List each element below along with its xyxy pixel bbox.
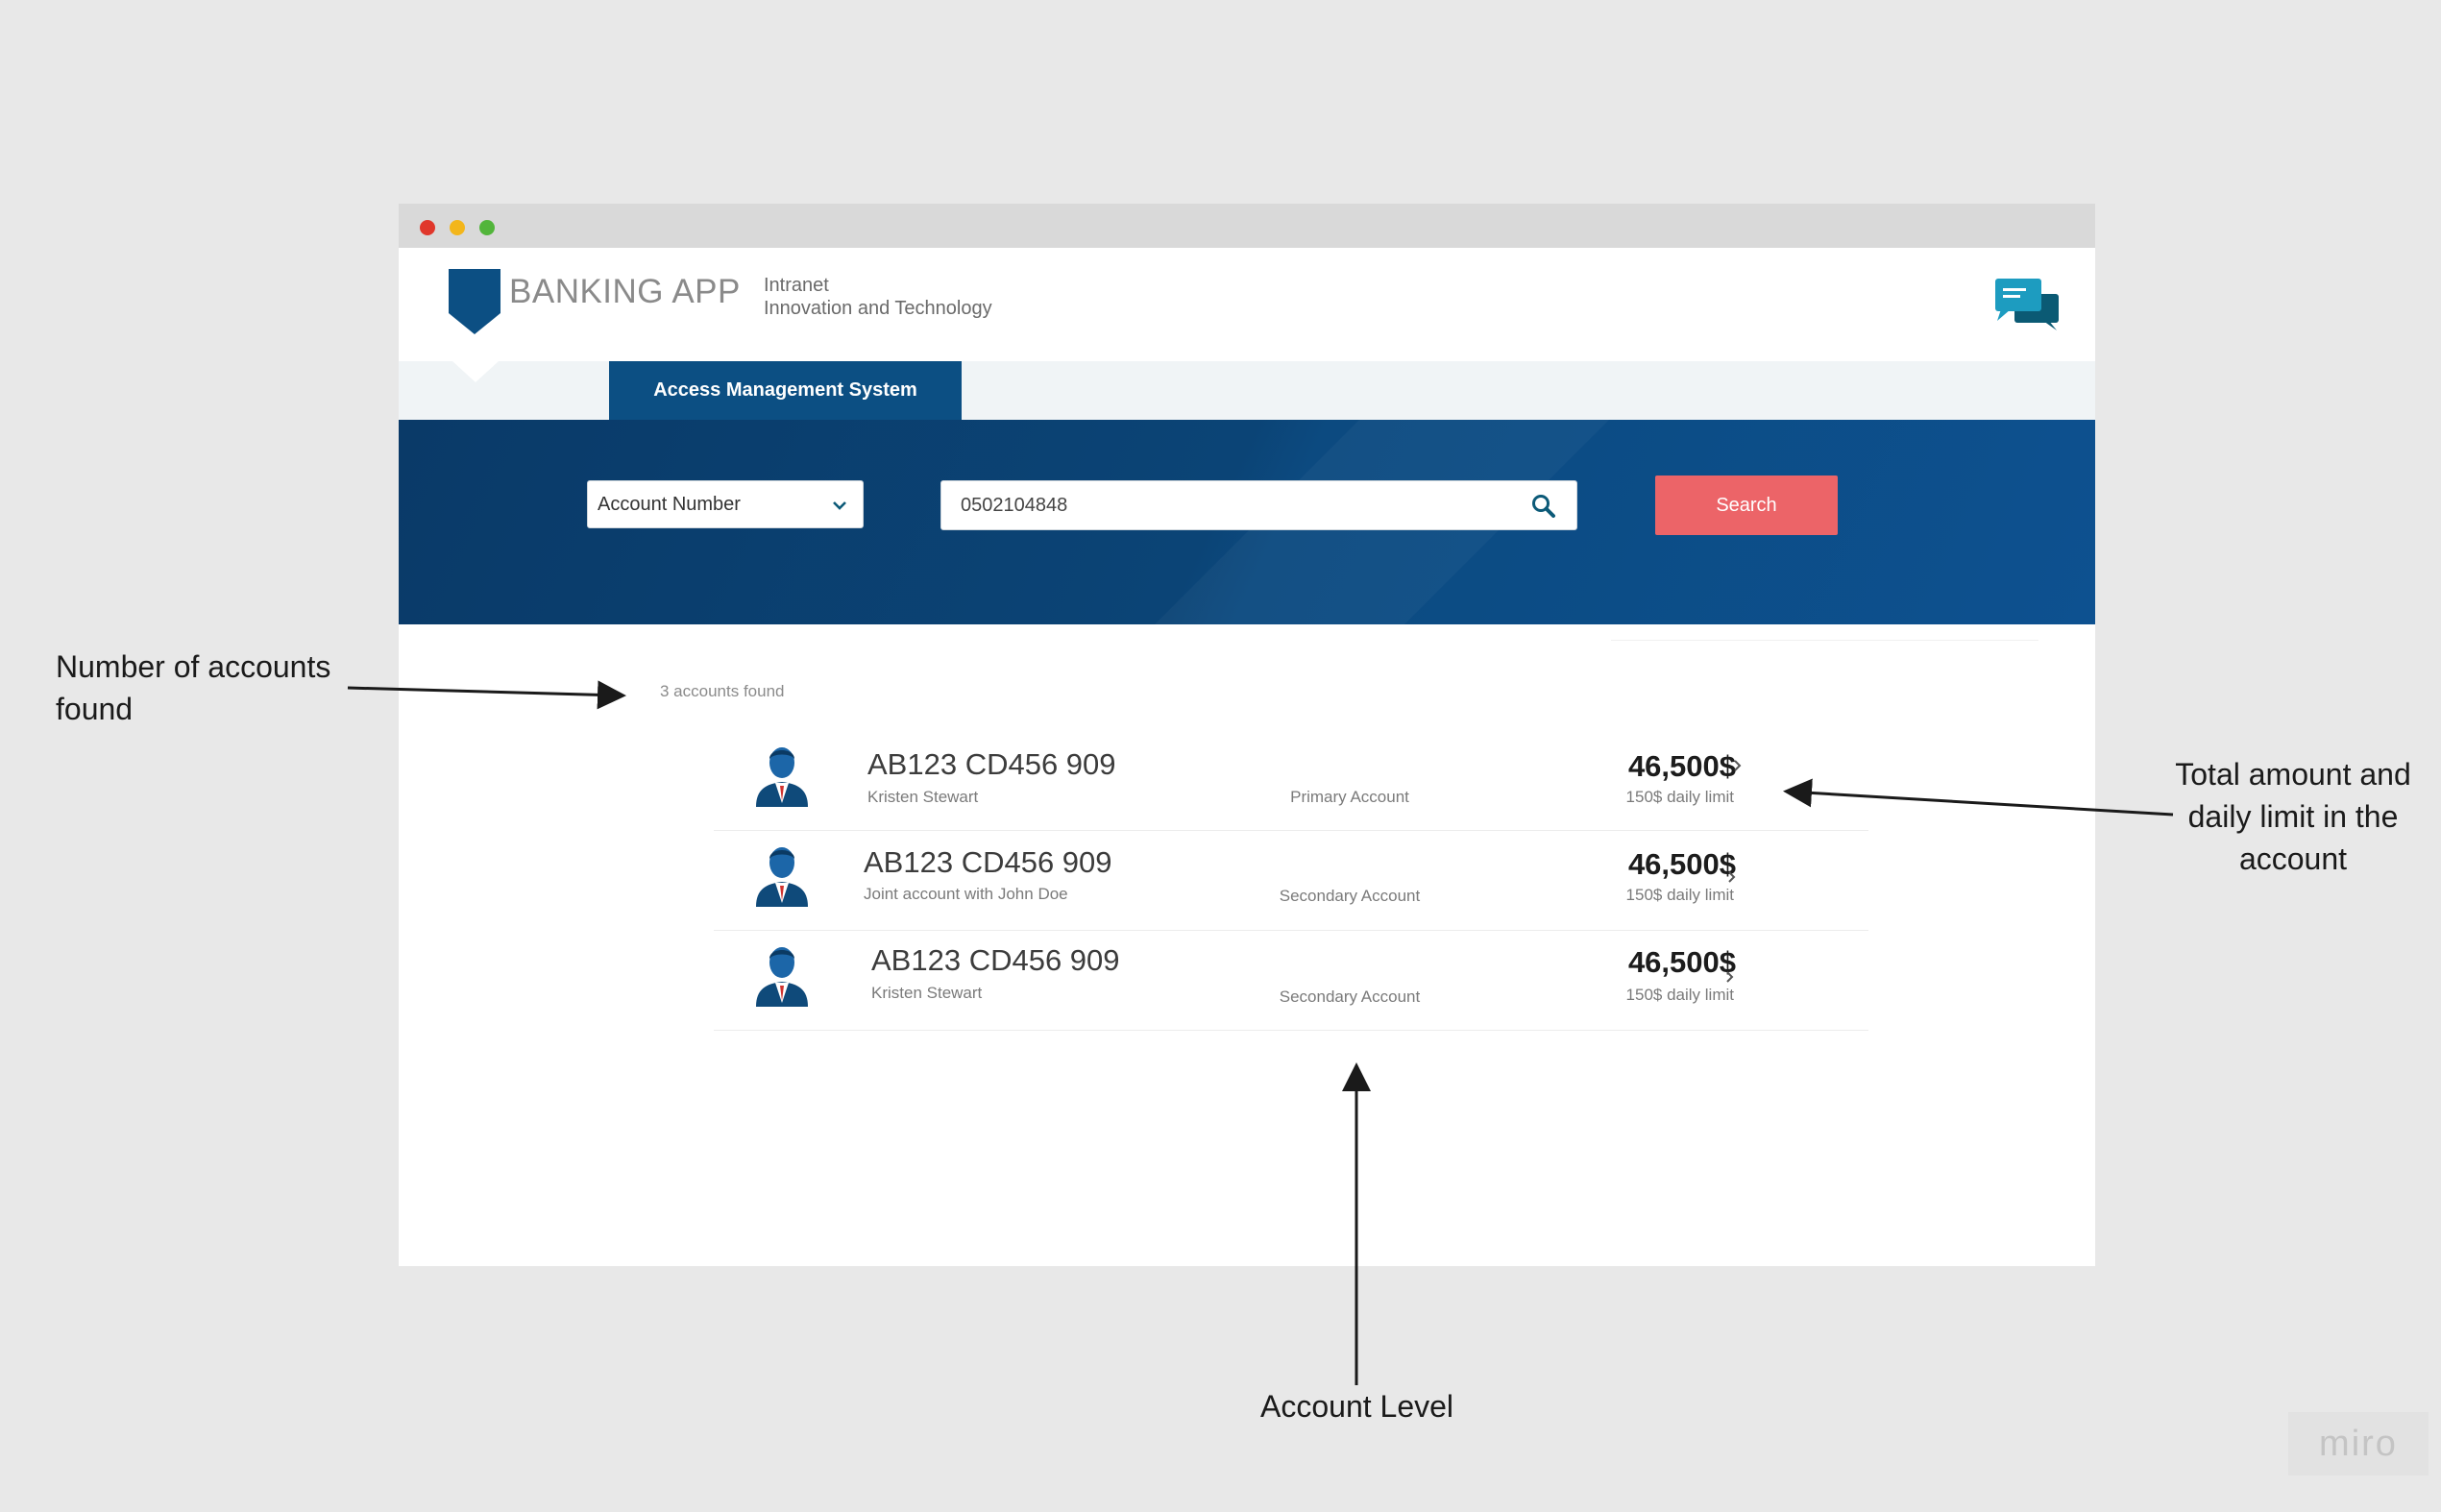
app-subtitle-intranet: Intranet (764, 275, 829, 296)
app-window: BANKING APP Intranet Innovation and Tech… (399, 204, 2095, 1266)
search-button[interactable]: Search (1655, 476, 1838, 535)
search-filter-select[interactable]: Account Number (587, 480, 864, 528)
shield-logo-icon (449, 269, 500, 334)
results-count: 3 accounts found (660, 682, 785, 700)
chat-bubbles-icon[interactable] (1993, 277, 2063, 334)
account-level: Secondary Account (1279, 887, 1421, 905)
miro-watermark: miro (2288, 1412, 2429, 1475)
account-number: AB123 CD456 909 (864, 845, 1112, 879)
account-owner: Kristen Stewart (871, 984, 983, 1002)
tab-bar: Access Management System (399, 361, 2095, 420)
annotation-accounts-found: Number of accounts found (56, 649, 331, 726)
window-titlebar (399, 204, 2095, 248)
annotation-account-level: Account Level (1260, 1389, 1454, 1424)
app-subtitle-department: Innovation and Technology (764, 298, 992, 319)
user-avatar-icon (756, 947, 808, 1007)
account-owner: Joint account with John Doe (864, 885, 1068, 903)
account-row[interactable]: AB123 CD456 909 Kristen Stewart Secondar… (714, 930, 1868, 1031)
account-amount: 46,500$ (1627, 749, 1736, 783)
app-header: BANKING APP Intranet Innovation and Tech… (399, 248, 2095, 361)
account-row[interactable]: AB123 CD456 909 Kristen Stewart Primary … (714, 730, 1868, 831)
search-icon[interactable] (1530, 493, 1557, 520)
account-daily-limit: 150$ daily limit (1625, 986, 1734, 1004)
chevron-right-icon[interactable] (1724, 968, 1736, 986)
header-notch (452, 361, 499, 382)
results-divider (1611, 640, 2038, 641)
window-close-button[interactable] (420, 220, 435, 235)
app-title: BANKING APP (509, 273, 741, 310)
search-field (940, 480, 1577, 530)
chevron-right-icon[interactable] (1726, 868, 1738, 886)
chevron-right-icon[interactable] (1732, 757, 1744, 774)
account-amount: 46,500$ (1627, 945, 1736, 979)
account-daily-limit: 150$ daily limit (1625, 886, 1734, 904)
search-filter-value: Account Number (598, 494, 741, 515)
chevron-down-icon (833, 501, 846, 510)
annotation-total-amount: Total amount and daily limit in the acco… (2175, 757, 2411, 876)
search-input[interactable] (961, 493, 1499, 518)
account-number: AB123 CD456 909 (867, 747, 1116, 781)
window-maximize-button[interactable] (479, 220, 495, 235)
user-avatar-icon (756, 847, 808, 907)
account-amount: 46,500$ (1627, 847, 1736, 881)
user-avatar-icon (756, 747, 808, 807)
account-daily-limit: 150$ daily limit (1625, 788, 1734, 806)
account-level: Secondary Account (1279, 988, 1421, 1006)
account-level: Primary Account (1290, 788, 1409, 806)
account-row[interactable]: AB123 CD456 909 Joint account with John … (714, 830, 1868, 931)
search-panel: Account Number Search (399, 420, 2095, 624)
account-owner: Kristen Stewart (867, 788, 979, 806)
tab-access-management[interactable]: Access Management System (609, 361, 962, 420)
window-minimize-button[interactable] (450, 220, 465, 235)
account-number: AB123 CD456 909 (871, 943, 1120, 977)
